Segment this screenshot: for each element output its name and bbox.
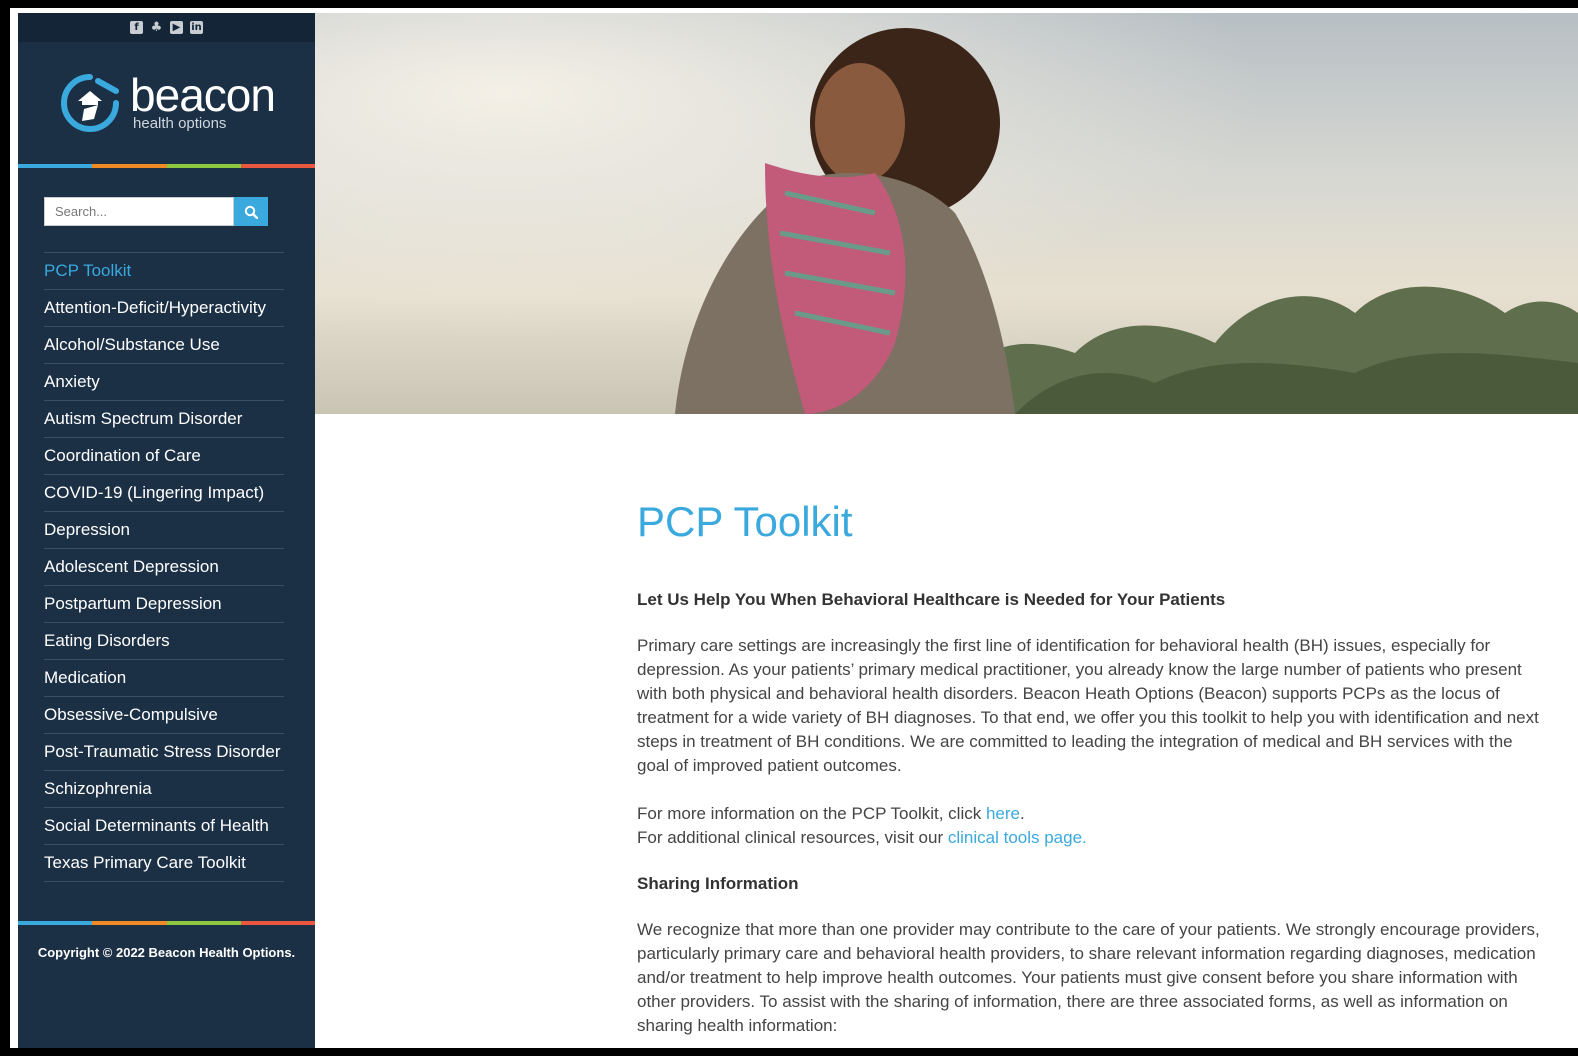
sharing-line: sharing health information: xyxy=(637,1016,838,1035)
sidebar-item-obsessive-compulsive[interactable]: Obsessive-Compulsive xyxy=(44,697,284,734)
clinical-tools-link[interactable]: clinical tools page. xyxy=(948,828,1087,847)
intro-line: Primary care settings are increasingly t… xyxy=(637,636,1491,655)
section-heading-help: Let Us Help You When Behavioral Healthca… xyxy=(637,590,1226,609)
section-heading-sharing: Sharing Information xyxy=(637,874,799,893)
main-content: PCP Toolkit Let Us Help You When Behavio… xyxy=(637,498,1578,1048)
stripe-segment xyxy=(18,164,93,168)
sidebar-item-attention-deficit-hyperactivity[interactable]: Attention-Deficit/Hyperactivity xyxy=(44,290,284,327)
stripe-segment xyxy=(18,921,93,925)
stripe-segment xyxy=(166,921,241,925)
sidebar-item-texas-primary-care-toolkit[interactable]: Texas Primary Care Toolkit xyxy=(44,845,284,882)
browser-viewport: f ♣ ▶ in beacon health options Search...… xyxy=(10,8,1578,1048)
resources-paragraph: For more information on the PCP Toolkit,… xyxy=(637,802,1578,850)
stripe-segment xyxy=(92,164,167,168)
sharing-line: other providers. To assist with the shar… xyxy=(637,992,1508,1011)
sidebar-item-adolescent-depression[interactable]: Adolescent Depression xyxy=(44,549,284,586)
sidebar-item-anxiety[interactable]: Anxiety xyxy=(44,364,284,401)
page-title: PCP Toolkit xyxy=(637,498,853,545)
sidebar-item-alcohol-substance-use[interactable]: Alcohol/Substance Use xyxy=(44,327,284,364)
hero-image xyxy=(315,13,1578,414)
sharing-line: particularly primary care and behavioral… xyxy=(637,944,1536,963)
beacon-logo-icon xyxy=(61,74,120,132)
sidebar-item-coordination-of-care[interactable]: Coordination of Care xyxy=(44,438,284,475)
sidebar-item-depression[interactable]: Depression xyxy=(44,512,284,549)
logo-wordmark: beacon xyxy=(130,68,276,121)
sharing-line: We recognize that more than one provider… xyxy=(637,920,1540,939)
intro-line: with both physical and behavioral health… xyxy=(637,684,1500,703)
stripe-segment xyxy=(166,164,241,168)
sidebar-item-medication[interactable]: Medication xyxy=(44,660,284,697)
intro-line: treatment for a wide variety of BH diagn… xyxy=(637,708,1539,727)
intro-line: depression. As your patients’ primary me… xyxy=(637,660,1522,679)
sidebar-nav: PCP Toolkit Attention-Deficit/Hyperactivi… xyxy=(44,252,284,882)
search-form xyxy=(44,197,315,226)
search-button[interactable] xyxy=(234,197,268,226)
footer-color-stripe xyxy=(18,921,315,925)
search-icon xyxy=(244,205,258,219)
sidebar-item-schizophrenia[interactable]: Schizophrenia xyxy=(44,771,284,808)
here-link[interactable]: here xyxy=(986,804,1020,823)
intro-line: steps in treatment of BH conditions. We … xyxy=(637,732,1513,751)
sidebar-item-postpartum-depression[interactable]: Postpartum Depression xyxy=(44,586,284,623)
beacon-logo[interactable]: beacon health options xyxy=(18,42,315,164)
stripe-segment xyxy=(92,921,167,925)
facebook-icon[interactable]: f xyxy=(130,21,143,34)
sidebar-item-autism-spectrum-disorder[interactable]: Autism Spectrum Disorder xyxy=(44,401,284,438)
search-input[interactable] xyxy=(44,197,234,226)
more-info-text: For more information on the PCP Toolkit,… xyxy=(637,804,986,823)
linkedin-icon[interactable]: in xyxy=(190,21,203,34)
sidebar-item-covid-19-lingering-impact[interactable]: COVID-19 (Lingering Impact) xyxy=(44,475,284,512)
sidebar-item-post-traumatic-stress-disorder[interactable]: Post-Traumatic Stress Disorder xyxy=(44,734,284,771)
hero-photo xyxy=(315,13,1578,414)
intro-paragraph: Primary care settings are increasingly t… xyxy=(637,634,1578,778)
intro-line: goal of improved patient outcomes. xyxy=(637,756,902,775)
logo-tagline: health options xyxy=(133,114,227,132)
sidebar-item-eating-disorders[interactable]: Eating Disorders xyxy=(44,623,284,660)
sidebar-item-social-determinants-of-health[interactable]: Social Determinants of Health xyxy=(44,808,284,845)
stripe-segment xyxy=(240,921,315,925)
color-stripe xyxy=(18,164,315,168)
stripe-segment xyxy=(240,164,315,168)
clinical-text: For additional clinical resources, visit… xyxy=(637,828,948,847)
copyright-text: Copyright © 2022 Beacon Health Options. xyxy=(37,945,296,960)
twitter-icon[interactable]: ♣ xyxy=(150,21,163,34)
youtube-icon[interactable]: ▶ xyxy=(170,21,183,34)
sidebar-item-pcp-toolkit[interactable]: PCP Toolkit xyxy=(44,253,284,290)
sidebar: f ♣ ▶ in beacon health options Search...… xyxy=(18,13,315,1048)
sharing-paragraph: We recognize that more than one provider… xyxy=(637,918,1578,1038)
more-info-suffix: . xyxy=(1020,804,1025,823)
sharing-line: and/or treatment to help improve health … xyxy=(637,968,1518,987)
social-bar: f ♣ ▶ in xyxy=(18,13,315,42)
